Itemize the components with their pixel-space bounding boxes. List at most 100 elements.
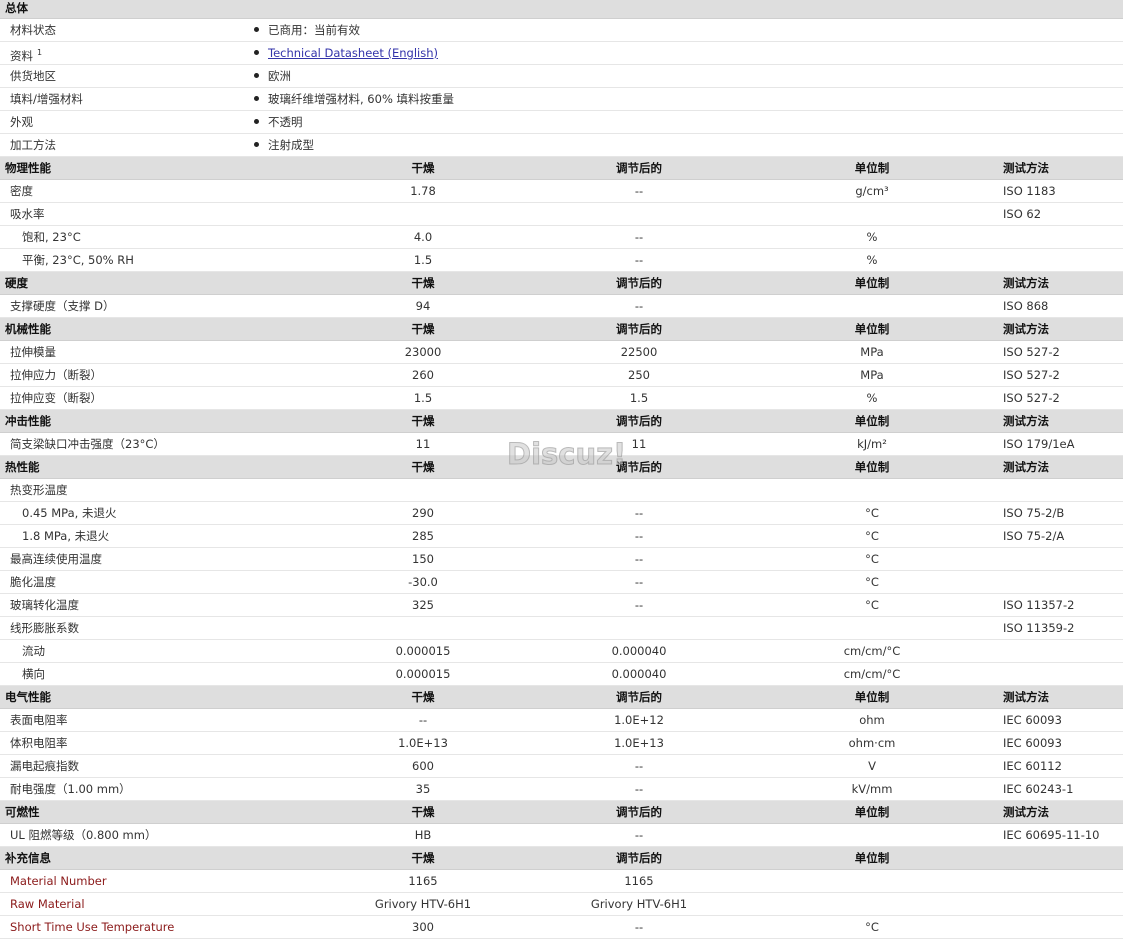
- property-label: 最高连续使用温度: [10, 552, 102, 566]
- property-label: 脆化温度: [10, 575, 56, 589]
- section-title: 补充信息: [5, 851, 51, 865]
- bullet-icon: [254, 119, 259, 124]
- property-label: 供货地区: [10, 69, 56, 83]
- section-header: 硬度 干燥 调节后的 单位制 测试方法: [0, 272, 1123, 295]
- value-test-method: ISO 62: [1003, 207, 1042, 221]
- property-label: 热变形温度: [10, 483, 68, 497]
- value-conditioned: --: [634, 184, 644, 198]
- col-header-dry: 干燥: [411, 414, 435, 428]
- section-title: 冲击性能: [5, 414, 51, 428]
- value-unit: %: [866, 230, 878, 244]
- value-conditioned: Grivory HTV-6H1: [590, 897, 688, 911]
- property-label: 玻璃转化温度: [10, 598, 79, 612]
- value-dry: 94: [415, 299, 431, 313]
- value-conditioned: 22500: [620, 345, 658, 359]
- property-value: 欧洲: [254, 65, 291, 87]
- table-row: Short Time Use Temperature 300 -- °C: [0, 916, 1123, 939]
- col-header-dry: 干燥: [411, 460, 435, 474]
- value-test-method: IEC 60093: [1003, 736, 1062, 750]
- general-row: 加工方法 注射成型: [0, 134, 1123, 157]
- property-label: 拉伸应力（断裂）: [10, 368, 102, 382]
- value-unit: cm/cm/°C: [843, 667, 901, 681]
- value-conditioned: 1165: [624, 874, 654, 888]
- value-conditioned: --: [634, 828, 644, 842]
- table-row: 平衡, 23°C, 50% RH 1.5 --%: [0, 249, 1123, 272]
- table-row: 热变形温度: [0, 479, 1123, 502]
- value-dry: -30.0: [408, 575, 438, 589]
- property-value: 不透明: [254, 111, 303, 133]
- value-unit: °C: [865, 529, 879, 543]
- col-header-dry: 干燥: [411, 690, 435, 704]
- value-conditioned: 1.5: [629, 391, 649, 405]
- section-header: 电气性能 干燥 调节后的 单位制 测试方法: [0, 686, 1123, 709]
- value-unit: °C: [865, 506, 879, 520]
- value-conditioned: --: [634, 552, 644, 566]
- value-unit: cm/cm/°C: [843, 644, 901, 658]
- col-header-test-method: 测试方法: [1003, 276, 1049, 290]
- table-row: 拉伸应力（断裂） 260 250 MPa ISO 527-2: [0, 364, 1123, 387]
- property-value: 已商用：当前有效: [254, 19, 360, 41]
- value-conditioned: 0.000040: [611, 667, 667, 681]
- section-title: 硬度: [5, 276, 28, 290]
- value-dry: 11: [415, 437, 431, 451]
- bullet-icon: [254, 96, 259, 101]
- property-label: Raw Material: [10, 897, 85, 911]
- value-conditioned: --: [634, 299, 644, 313]
- value-conditioned: 250: [628, 368, 650, 382]
- general-row: 材料状态 已商用：当前有效: [0, 19, 1123, 42]
- value-unit: %: [866, 391, 878, 405]
- col-header-dry: 干燥: [411, 276, 435, 290]
- col-header-unit: 单位制: [854, 805, 890, 819]
- value-conditioned: --: [634, 759, 644, 773]
- property-label: Short Time Use Temperature: [10, 920, 175, 934]
- table-row: 最高连续使用温度 150 -- °C: [0, 548, 1123, 571]
- property-label: 平衡, 23°C, 50% RH: [22, 253, 134, 267]
- value-test-method: IEC 60093: [1003, 713, 1062, 727]
- table-row: 耐电强度（1.00 mm） 35 -- kV/mm IEC 60243-1: [0, 778, 1123, 801]
- property-label: 吸水率: [10, 207, 45, 221]
- col-header-dry: 干燥: [411, 805, 435, 819]
- value-test-method: ISO 1183: [1003, 184, 1056, 198]
- property-label: 密度: [10, 184, 33, 198]
- property-value: 注射成型: [254, 134, 314, 156]
- value-unit: %: [866, 253, 878, 267]
- value-test-method: ISO 75-2/A: [1003, 529, 1065, 543]
- section-header: 可燃性 干燥 调节后的 单位制 测试方法: [0, 801, 1123, 824]
- col-header-test-method: 测试方法: [1003, 805, 1049, 819]
- table-row: 拉伸应变（断裂） 1.5 1.5% ISO 527-2: [0, 387, 1123, 410]
- table-row: 流动 0.000015 0.000040 cm/cm/°C: [0, 640, 1123, 663]
- col-header-dry: 干燥: [411, 851, 435, 865]
- table-row: Raw Material Grivory HTV-6H1 Grivory HTV-6…: [0, 893, 1123, 916]
- table-row: 吸水率 ISO 62: [0, 203, 1123, 226]
- section-header: 补充信息 干燥 调节后的 单位制: [0, 847, 1123, 870]
- col-header-test-method: 测试方法: [1003, 414, 1049, 428]
- col-header-test-method: 测试方法: [1003, 690, 1049, 704]
- property-label: Material Number: [10, 874, 107, 888]
- value-test-method: ISO 527-2: [1003, 391, 1060, 405]
- section-title: 总体: [5, 1, 28, 15]
- value-conditioned: 1.0E+13: [614, 736, 664, 750]
- datasheet-link[interactable]: Technical Datasheet (English): [268, 46, 438, 60]
- value-test-method: ISO 527-2: [1003, 368, 1060, 382]
- value-dry: Grivory HTV-6H1: [374, 897, 472, 911]
- table-row: Material Number 1165 1165: [0, 870, 1123, 893]
- table-row: 体积电阻率 1.0E+13 1.0E+13 ohm·cm IEC 60093: [0, 732, 1123, 755]
- value-dry: 4.0: [413, 230, 433, 244]
- bullet-icon: [254, 27, 259, 32]
- col-header-conditioned: 调节后的: [616, 690, 662, 704]
- value-dry: 1.0E+13: [398, 736, 448, 750]
- col-header-unit: 单位制: [854, 690, 890, 704]
- property-value: Technical Datasheet (English): [254, 42, 438, 64]
- value-dry: 35: [415, 782, 431, 796]
- table-row: 表面电阻率 -- 1.0E+12 ohm IEC 60093: [0, 709, 1123, 732]
- col-header-conditioned: 调节后的: [616, 414, 662, 428]
- table-row: 支撑硬度（支撑 D） 94 -- ISO 868: [0, 295, 1123, 318]
- col-header-unit: 单位制: [854, 161, 890, 175]
- value-dry: 1165: [408, 874, 438, 888]
- value-dry: HB: [414, 828, 432, 842]
- property-label: 简支梁缺口冲击强度（23°C）: [10, 437, 165, 451]
- property-label: UL 阻燃等级（0.800 mm）: [10, 828, 157, 842]
- table-row: 线形膨胀系数 ISO 11359-2: [0, 617, 1123, 640]
- value-conditioned: --: [634, 230, 644, 244]
- col-header-unit: 单位制: [854, 851, 890, 865]
